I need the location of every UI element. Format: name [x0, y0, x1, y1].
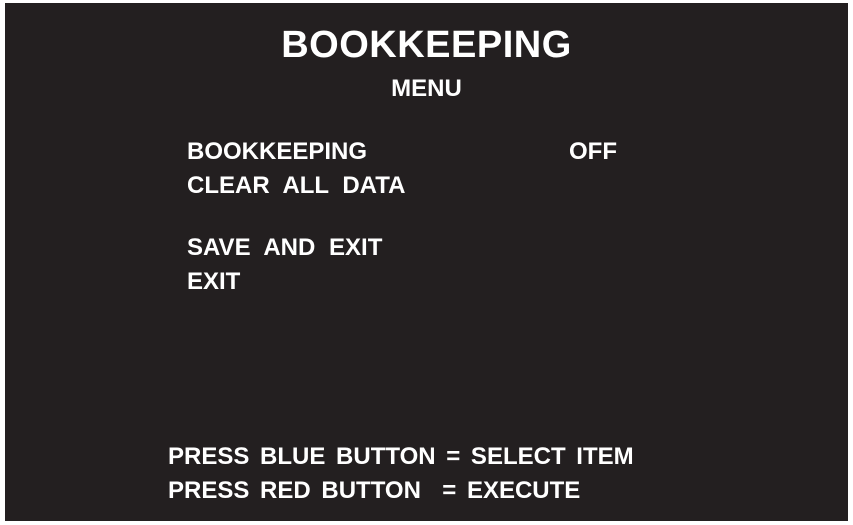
bookkeeping-status-value[interactable]: OFF [569, 138, 617, 166]
bookkeeping-menu-screen: BOOKKEEPING MENU BOOKKEEPING OFF CLEAR A… [5, 3, 848, 521]
menu-item-bookkeeping[interactable]: BOOKKEEPING [187, 138, 367, 166]
screen-title: BOOKKEEPING [281, 24, 572, 66]
instruction-red-button: PRESS RED BUTTON = EXECUTE [168, 477, 581, 504]
menu-item-exit[interactable]: EXIT [187, 268, 240, 296]
menu-item-save-and-exit[interactable]: SAVE AND EXIT [187, 234, 382, 262]
menu-item-clear-all-data[interactable]: CLEAR ALL DATA [187, 172, 405, 200]
screen-subtitle: MENU [391, 75, 462, 102]
instruction-blue-button: PRESS BLUE BUTTON = SELECT ITEM [168, 443, 634, 470]
